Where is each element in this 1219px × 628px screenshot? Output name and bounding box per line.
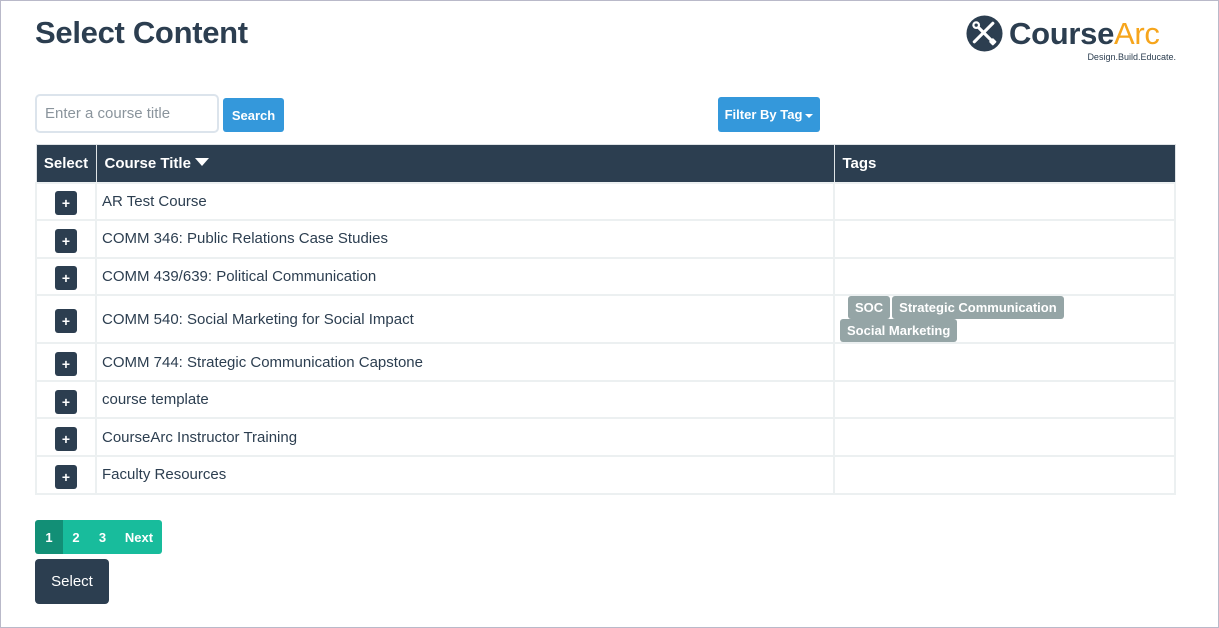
add-course-button[interactable]: + (55, 427, 77, 452)
select-button[interactable]: Select (35, 559, 109, 604)
select-column-header: Select (35, 144, 97, 183)
pagination: 1 2 3 Next (35, 520, 162, 554)
select-cell: + (35, 379, 97, 420)
tags-cell (833, 256, 1176, 297)
select-cell: + (35, 342, 97, 382)
select-cell: + (35, 455, 97, 495)
tags-column-header: Tags (833, 144, 1176, 183)
add-course-button[interactable]: + (55, 464, 77, 489)
course-title-cell: COMM 744: Strategic Communication Capsto… (95, 342, 835, 382)
add-course-button[interactable]: + (55, 309, 77, 334)
add-course-button[interactable]: + (55, 352, 77, 377)
table-row: + COMM 540: Social Marketing for Social I… (35, 294, 1176, 345)
filter-by-tag-dropdown[interactable]: Filter By Tag (718, 97, 820, 132)
course-title-cell: COMM 346: Public Relations Case Studies (95, 219, 835, 259)
table-row: + CourseArc Instructor Training (35, 417, 1176, 458)
tags-cell (833, 219, 1176, 259)
course-title-header-label: Course Title (104, 154, 191, 172)
logo-tagline: Design.Build.Educate. (1087, 52, 1176, 62)
select-cell: + (35, 181, 97, 222)
tags-cell (833, 379, 1176, 420)
tag-label: Social Marketing (840, 319, 958, 343)
table-row: + COMM 744: Strategic Communication Capst… (35, 342, 1176, 382)
next-page-link[interactable]: Next (116, 520, 162, 554)
table-row: + course template (35, 379, 1176, 420)
course-table: Select Course Title Tags + AR Test Course… (35, 144, 1176, 495)
select-cell: + (35, 256, 97, 297)
table-row: + AR Test Course (35, 181, 1176, 222)
select-cell: + (35, 417, 97, 458)
add-course-button[interactable]: + (55, 389, 77, 414)
logo-word-arc: Arc (1114, 16, 1160, 51)
course-title-cell: COMM 439/639: Political Communication (95, 256, 835, 297)
add-course-button[interactable]: + (55, 266, 77, 291)
tags-cell (833, 342, 1176, 382)
select-cell: + (35, 294, 97, 345)
sort-descending-icon[interactable] (194, 157, 209, 166)
tools-logo-icon (966, 15, 1003, 52)
filter-by-tag-label: Filter By Tag (724, 107, 803, 122)
table-row: + COMM 346: Public Relations Case Studies (35, 219, 1176, 259)
caret-down-icon (805, 113, 814, 118)
tag-label: SOC (848, 296, 891, 320)
course-title-cell: Faculty Resources (95, 455, 835, 495)
add-course-button[interactable]: + (55, 191, 77, 216)
course-table-body: + AR Test Course + COMM 346: Public Relatio… (35, 181, 1176, 495)
coursearc-logo: CourseArc Design.Build.Educate. (966, 15, 1178, 65)
course-title-cell: AR Test Course (95, 181, 835, 222)
tags-cell (833, 181, 1176, 222)
add-course-button[interactable]: + (55, 228, 77, 253)
page-title: Select Content (35, 15, 248, 50)
course-title-cell: CourseArc Instructor Training (95, 417, 835, 458)
page-link-2[interactable]: 2 (63, 520, 89, 554)
page-link-3[interactable]: 3 (89, 520, 116, 554)
tags-cell: SOC Strategic CommunicationSocial Marketi… (833, 294, 1176, 345)
table-header-row: Select Course Title Tags (35, 144, 1176, 183)
tags-cell (833, 417, 1176, 458)
search-button[interactable]: Search (223, 98, 284, 132)
table-row: + Faculty Resources (35, 455, 1176, 495)
logo-word-course: Course (1009, 16, 1115, 51)
course-title-cell: COMM 540: Social Marketing for Social Im… (95, 294, 835, 345)
course-title-cell: course template (95, 379, 835, 420)
logo-wordmark: CourseArc (1009, 15, 1160, 53)
course-search-input[interactable] (35, 94, 219, 133)
course-title-column-header[interactable]: Course Title (95, 144, 835, 183)
tag-label: Strategic Communication (892, 296, 1064, 320)
page-link-1[interactable]: 1 (35, 520, 63, 554)
tags-cell (833, 455, 1176, 495)
select-cell: + (35, 219, 97, 259)
table-row: + COMM 439/639: Political Communication (35, 256, 1176, 297)
